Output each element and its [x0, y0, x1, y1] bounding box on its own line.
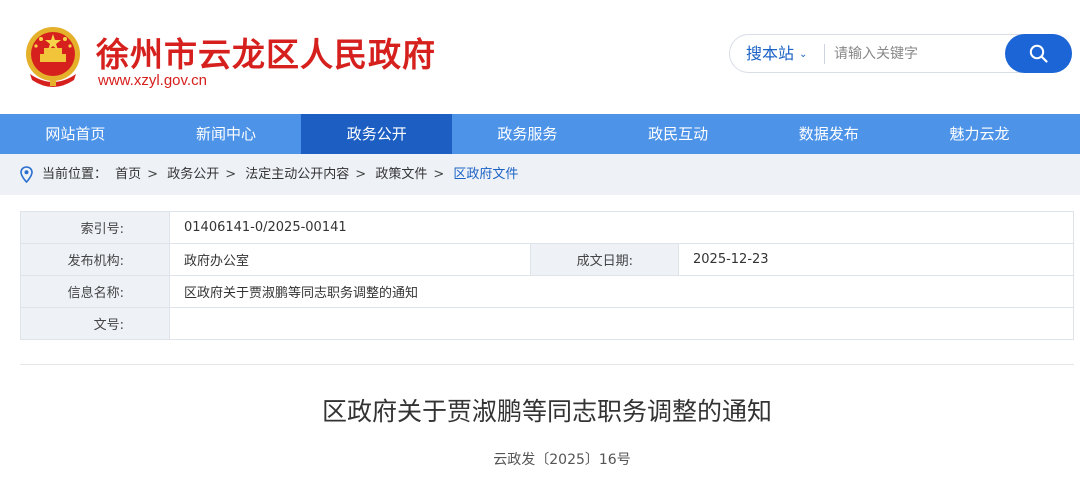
search-box: 搜本站 ⌄ [729, 34, 1072, 73]
date-label: 成文日期: [530, 243, 679, 276]
info-name-value: 区政府关于贾淑鹏等同志职务调整的通知 [169, 275, 1074, 308]
search-input[interactable] [834, 37, 1002, 70]
table-row: 发布机构: 政府办公室 成文日期: 2025-12-23 [20, 243, 1074, 276]
breadcrumb: 当前位置： 首页 > 政务公开 > 法定主动公开内容 > 政策文件 > 区政府文件 [0, 154, 1080, 195]
document-info-table: 索引号: 01406141-0/2025-00141 发布机构: 政府办公室 成… [20, 211, 1074, 340]
breadcrumb-prefix: 当前位置： [42, 167, 108, 182]
date-value: 2025-12-23 [678, 243, 1074, 276]
search-scope-dropdown[interactable]: 搜本站 ⌄ [746, 35, 807, 72]
nav-item-charm-yunlong[interactable]: 魅力云龙 [904, 114, 1055, 154]
search-divider [824, 44, 825, 64]
publisher-value: 政府办公室 [169, 243, 531, 276]
table-row: 文号: [20, 307, 1074, 340]
breadcrumb-gov-affairs-open[interactable]: 政务公开 [167, 167, 219, 182]
info-name-label: 信息名称: [20, 275, 170, 308]
table-row: 索引号: 01406141-0/2025-00141 [20, 211, 1074, 244]
publisher-label: 发布机构: [20, 243, 170, 276]
breadcrumb-separator: > [147, 167, 159, 182]
nav-item-gov-services[interactable]: 政务服务 [452, 114, 603, 154]
search-icon [1029, 44, 1048, 63]
index-label: 索引号: [20, 211, 170, 244]
chevron-down-icon: ⌄ [799, 49, 808, 60]
search-button[interactable] [1005, 34, 1072, 73]
main-nav: 网站首页 新闻中心 政务公开 政务服务 政民互动 数据发布 魅力云龙 [0, 114, 1080, 154]
nav-item-data-release[interactable]: 数据发布 [753, 114, 904, 154]
site-header: 徐州市云龙区人民政府 www.xzyl.gov.cn 搜本站 ⌄ [0, 0, 1080, 114]
search-scope-label: 搜本站 [746, 44, 795, 63]
site-title[interactable]: 徐州市云龙区人民政府 [96, 28, 436, 76]
index-value: 01406141-0/2025-00141 [169, 211, 1074, 244]
breadcrumb-home[interactable]: 首页 [115, 167, 141, 182]
breadcrumb-separator: > [433, 167, 445, 182]
table-row: 信息名称: 区政府关于贾淑鹏等同志职务调整的通知 [20, 275, 1074, 308]
document-number: 云政发〔2025〕16号 [493, 452, 631, 468]
breadcrumb-policy-documents[interactable]: 政策文件 [375, 167, 427, 182]
breadcrumb-statutory-content[interactable]: 法定主动公开内容 [245, 167, 349, 182]
breadcrumb-separator: > [355, 167, 367, 182]
nav-item-news[interactable]: 新闻中心 [151, 114, 302, 154]
document-title: 区政府关于贾淑鹏等同志职务调整的通知 [321, 397, 772, 426]
location-pin-icon [20, 166, 33, 183]
nav-item-interaction[interactable]: 政民互动 [603, 114, 754, 154]
nav-item-home[interactable]: 网站首页 [0, 114, 151, 154]
doc-number-value [169, 307, 1074, 340]
doc-number-label: 文号: [20, 307, 170, 340]
breadcrumb-current[interactable]: 区政府文件 [453, 167, 518, 182]
content-divider [20, 364, 1074, 365]
nav-item-gov-affairs-open[interactable]: 政务公开 [301, 114, 453, 154]
site-url[interactable]: www.xzyl.gov.cn [98, 72, 207, 89]
breadcrumb-separator: > [225, 167, 237, 182]
national-emblem-icon[interactable] [22, 24, 84, 88]
